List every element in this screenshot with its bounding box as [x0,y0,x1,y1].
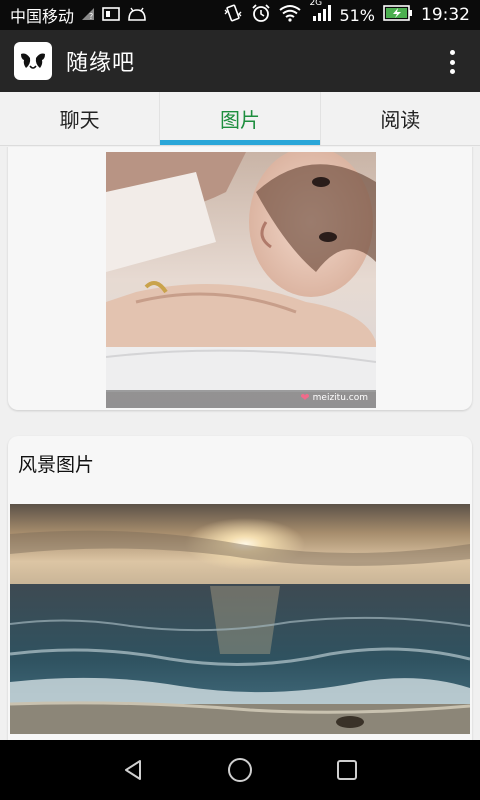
portrait-photo[interactable]: ❤ meizitu.com [106,152,376,408]
tab-pictures[interactable]: 图片 [160,92,321,145]
birds-logo-icon [14,42,52,80]
app-title: 随缘吧 [66,51,136,76]
battery-percent: 51% [339,5,375,25]
recents-icon[interactable] [327,750,367,790]
heart-icon: ❤ [300,391,310,404]
app-bar: 随缘吧 [0,30,480,92]
tab-reading[interactable]: 阅读 [321,92,480,145]
home-icon[interactable] [220,750,260,790]
clock: 19:32 [421,5,470,25]
battery-charging-icon [383,5,413,25]
feed-card[interactable]: 风景图片 [8,436,472,740]
feed-card[interactable]: ❤ meizitu.com [8,147,472,410]
watermark: ❤ meizitu.com [300,391,368,404]
tab-bar: 聊天 图片 阅读 [0,92,480,146]
navigation-bar [0,740,480,800]
carrier-name: 中国移动 [10,7,75,26]
back-icon[interactable] [113,750,153,790]
screenshot-icon [102,6,120,25]
signal-question-icon: ? [81,6,95,25]
android-icon [127,6,147,25]
svg-text:?: ? [89,12,93,21]
card-title: 风景图片 [18,454,95,476]
vibrate-icon [223,3,243,27]
sunset-sea-photo[interactable] [10,504,470,734]
feed[interactable]: ❤ meizitu.com 风景图片 [0,147,480,740]
watermark-text: meizitu.com [312,392,368,403]
alarm-icon [251,3,271,27]
network-type-label: 2G [309,0,323,8]
overflow-menu-icon[interactable] [442,50,462,74]
wifi-icon [279,4,302,26]
tab-chat[interactable]: 聊天 [0,92,161,145]
status-bar: 中国移动 ? 2G 51% 19:32 [0,0,480,30]
cell-signal-icon: 2G [309,0,332,26]
